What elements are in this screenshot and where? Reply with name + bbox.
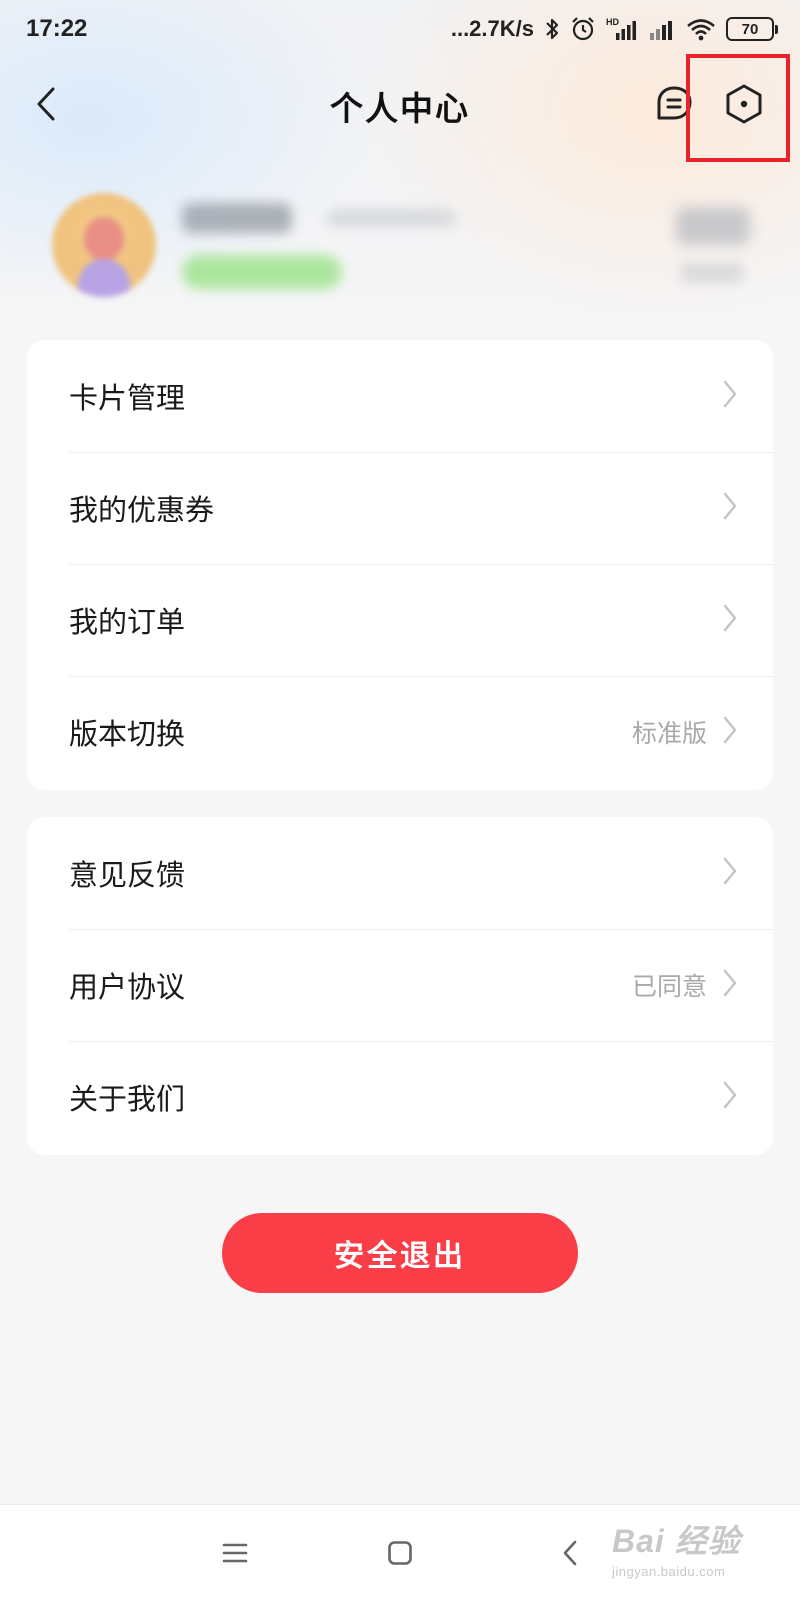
menu-item-value: 标准版 [631, 719, 707, 748]
wifi-icon [686, 17, 716, 41]
bluetooth-icon [544, 17, 560, 41]
chevron-right-icon [723, 604, 737, 632]
svg-text:HD: HD [606, 17, 619, 27]
watermark-sub: jingyan.baidu.com [612, 1564, 726, 1579]
watermark: Bai 经验 jingyan.baidu.com [612, 1516, 788, 1586]
blurred-user-id [326, 209, 456, 227]
menu-item-label: 版本切换 [69, 717, 186, 751]
logout-button[interactable]: 安全退出 [222, 1213, 578, 1293]
chevron-right-icon [723, 1081, 737, 1109]
menu-item-value: 已同意 [631, 972, 707, 1001]
menu-item-orders[interactable]: 我的订单 [27, 564, 773, 676]
menu-item-label: 卡片管理 [69, 381, 186, 415]
menu-item-user-agreement[interactable]: 用户协议 已同意 [27, 929, 773, 1041]
hd-signal-icon: HD [606, 16, 638, 42]
status-bar: 17:22 ...2.7K/s HD 70 [0, 0, 800, 58]
menu-item-label: 关于我们 [69, 1082, 186, 1116]
menu-item-label: 我的优惠券 [69, 493, 215, 527]
nav-back-button[interactable] [548, 1531, 592, 1575]
blurred-username [182, 203, 292, 233]
blurred-badge [182, 255, 342, 289]
battery-icon: 70 [726, 17, 778, 41]
menu-item-label: 意见反馈 [69, 858, 186, 892]
nav-menu-button[interactable] [213, 1531, 257, 1575]
home-square-icon [388, 1541, 412, 1565]
chevron-right-icon [723, 716, 737, 744]
watermark-main: Bai 经验 [612, 1523, 741, 1559]
chevron-right-icon [723, 969, 737, 997]
avatar[interactable] [52, 193, 156, 297]
chevron-right-icon [723, 857, 737, 885]
menu-item-card-management[interactable]: 卡片管理 [27, 340, 773, 452]
back-triangle-icon [563, 1540, 577, 1566]
menu-item-version-switch[interactable]: 版本切换 标准版 [27, 676, 773, 788]
chevron-right-icon [723, 492, 737, 520]
menu-card-1: 卡片管理 我的优惠券 我的订单 版本切换 标准版 [27, 340, 773, 790]
menu-item-label: 我的订单 [69, 605, 186, 639]
menu-icon [222, 1543, 248, 1563]
nav-home-button[interactable] [378, 1531, 422, 1575]
chevron-right-icon [723, 380, 737, 408]
menu-card-2: 意见反馈 用户协议 已同意 关于我们 [27, 817, 773, 1155]
menu-item-label: 用户协议 [69, 970, 186, 1004]
status-time: 17:22 [26, 15, 88, 42]
blurred-points-label [680, 263, 744, 283]
menu-item-about-us[interactable]: 关于我们 [27, 1041, 773, 1153]
menu-item-coupons[interactable]: 我的优惠券 [27, 452, 773, 564]
blurred-points [676, 207, 750, 245]
menu-item-feedback[interactable]: 意见反馈 [27, 817, 773, 929]
signal-icon [648, 17, 676, 41]
profile-section[interactable] [0, 185, 800, 315]
network-speed: ...2.7K/s [450, 16, 534, 41]
alarm-icon [570, 16, 596, 42]
header: 个人中心 [0, 64, 800, 144]
status-icons: ...2.7K/s HD 70 [450, 16, 778, 42]
highlight-box [686, 54, 790, 162]
